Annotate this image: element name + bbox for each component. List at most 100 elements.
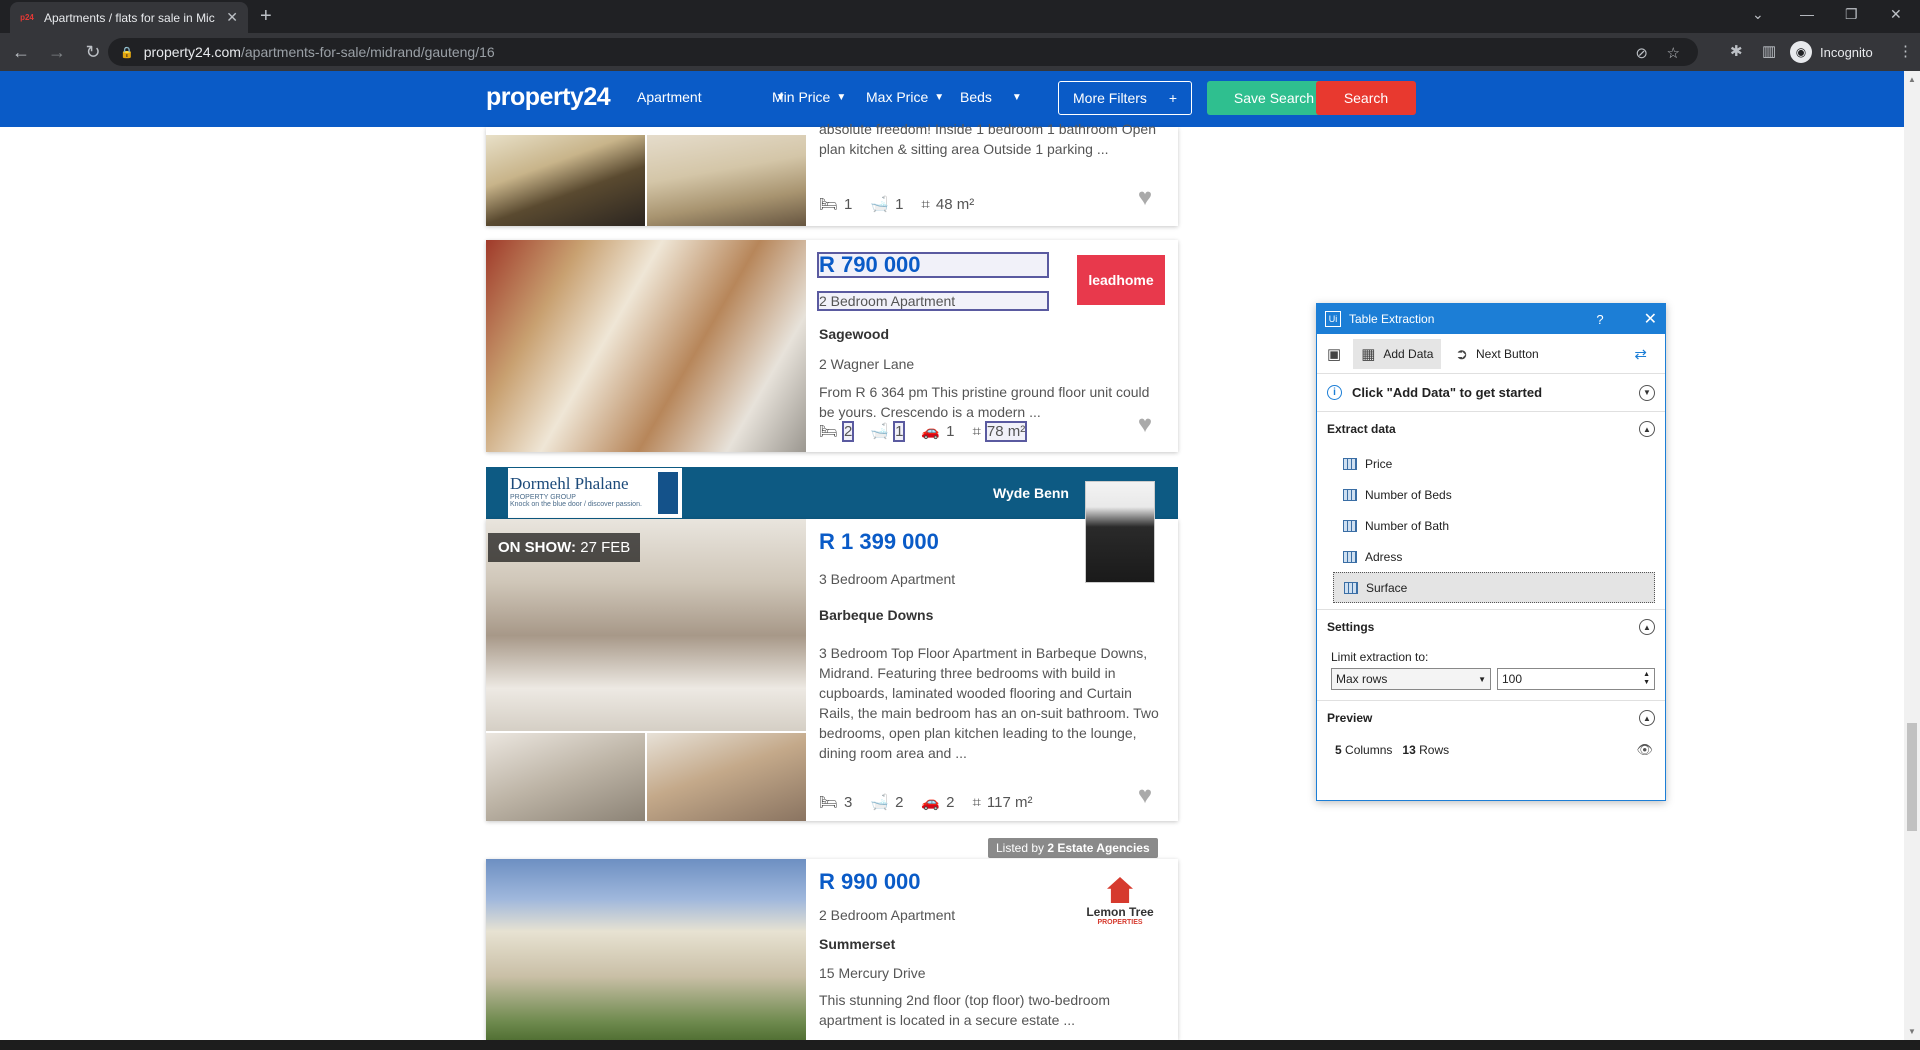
reload-icon[interactable]: ↻	[78, 42, 108, 63]
chevron-up-icon[interactable]: ▲	[1639, 710, 1655, 726]
lock-icon[interactable]: 🔒	[120, 46, 134, 59]
favourite-heart-icon[interactable]: ♥	[1132, 784, 1158, 808]
favourite-heart-icon[interactable]: ♥	[1132, 186, 1158, 210]
extensions-icon[interactable]: ✱	[1730, 42, 1743, 60]
scroll-down-icon[interactable]: ▼	[1908, 1027, 1916, 1036]
help-icon[interactable]: ?	[1596, 312, 1603, 327]
listing-photo[interactable]	[486, 135, 645, 226]
limit-mode-select[interactable]: Max rows ▼	[1331, 668, 1491, 690]
chevron-down-icon: ▼	[1011, 91, 1022, 103]
columns-label: Columns	[1345, 743, 1393, 757]
lemon-tree-agency-logo[interactable]: Lemon Tree PROPERTIES	[1076, 877, 1164, 929]
chrome-menu-icon[interactable]: ⋮	[1898, 42, 1913, 60]
bookmark-star-icon[interactable]: ☆	[1667, 44, 1680, 62]
next-button-button[interactable]: ➲ Next Button	[1447, 339, 1546, 369]
tracking-blocked-icon[interactable]: ⊘	[1635, 44, 1648, 62]
agency-logo-sub: PROPERTIES	[1097, 919, 1143, 926]
minimize-icon[interactable]: —	[1800, 6, 1814, 22]
agency-logo-name: Lemon Tree	[1086, 905, 1154, 919]
address-bar[interactable]: 🔒 property24.com /apartments-for-sale/mi…	[108, 38, 1698, 66]
side-panel-icon[interactable]: ▥	[1762, 42, 1776, 60]
listing-price: R 990 000	[819, 869, 921, 894]
property-type-dropdown[interactable]: Apartment ▼	[637, 89, 786, 105]
search-button[interactable]: Search	[1316, 81, 1416, 115]
field-label: Number of Beds	[1365, 487, 1452, 502]
listing-suburb: Barbeque Downs	[819, 607, 934, 623]
chevron-up-icon[interactable]: ▲	[1639, 619, 1655, 635]
extract-data-header[interactable]: Extract data ▲	[1317, 412, 1665, 446]
field-surface[interactable]: Surface	[1333, 572, 1655, 603]
chevron-up-icon[interactable]: ▲	[1639, 421, 1655, 437]
save-icon[interactable]: ▣	[1327, 345, 1341, 363]
listing-photo[interactable]	[647, 135, 806, 226]
dormehl-phalane-logo[interactable]: Dormehl Phalane PROPERTY GROUP Knock on …	[508, 468, 682, 518]
tab-search-icon[interactable]: ⌄	[1752, 6, 1764, 23]
close-icon[interactable]: ✕	[1644, 309, 1657, 329]
bed-icon: 🛏	[819, 423, 839, 440]
close-window-icon[interactable]: ✕	[1890, 6, 1902, 23]
chevron-down-icon[interactable]: ▼	[1639, 384, 1655, 401]
leadhome-agency-logo[interactable]: leadhome	[1077, 255, 1165, 305]
panel-title-bar[interactable]: Ui Table Extraction ? ✕	[1317, 304, 1665, 334]
refresh-icon[interactable]: ⇄	[1634, 345, 1647, 363]
floor-size: 48 m²	[935, 195, 975, 213]
eye-icon[interactable]: 👁	[1636, 742, 1653, 758]
property24-logo[interactable]: property24	[486, 83, 611, 112]
browser-tab[interactable]: p24 Apartments / flats for sale in Mic ✕	[10, 2, 248, 33]
floor-size-icon: ⌗	[972, 793, 981, 811]
listing-type: 3 Bedroom Apartment	[819, 571, 956, 587]
favourite-heart-icon[interactable]: ♥	[1132, 413, 1158, 437]
floor-size-icon: ⌗	[921, 195, 930, 213]
listing-card[interactable]: absolute freedom! Inside 1 bedroom 1 bat…	[486, 121, 1178, 226]
forward-icon[interactable]: →	[42, 42, 72, 63]
page-scrollbar[interactable]: ▲ ▼	[1904, 71, 1920, 1040]
os-taskbar	[0, 1040, 1920, 1050]
back-icon[interactable]: ←	[6, 42, 36, 63]
info-text: Click "Add Data" to get started	[1352, 385, 1543, 400]
min-price-dropdown[interactable]: Min Price ▼	[772, 89, 846, 105]
scrollbar-thumb[interactable]	[1907, 723, 1917, 831]
field-number-of-beds[interactable]: Number of Beds	[1333, 479, 1655, 510]
tab-title: Apartments / flats for sale in Mic	[44, 10, 215, 25]
bath-icon: 🛁	[870, 423, 890, 440]
parking-icon: 🚗	[921, 423, 941, 440]
next-button-icon: ➲	[1455, 345, 1468, 363]
listing-type: 2 Bedroom Apartment	[819, 907, 956, 923]
listing-address: 15 Mercury Drive	[819, 965, 926, 981]
field-adress[interactable]: Adress	[1333, 541, 1655, 572]
listing-photo[interactable]	[486, 240, 806, 452]
new-tab-icon[interactable]: +	[260, 5, 272, 28]
max-price-label: Max Price	[866, 89, 929, 105]
add-data-button[interactable]: ▦ Add Data	[1353, 338, 1442, 369]
listing-photo[interactable]	[486, 733, 645, 821]
listed-by-badge[interactable]: Listed by 2 Estate Agencies	[988, 838, 1158, 858]
chevron-down-icon: ▼	[934, 91, 945, 103]
listing-card[interactable]: R 990 000 2 Bedroom Apartment Summerset …	[486, 859, 1178, 1040]
agent-photo[interactable]	[1085, 481, 1155, 583]
spinner-icon[interactable]: ▲ ▼	[1643, 671, 1650, 687]
scroll-up-icon[interactable]: ▲	[1908, 75, 1916, 84]
listing-features: 🛏 3 🛁 2 🚗 2 ⌗ 117 m²	[819, 793, 1050, 812]
bed-icon: 🛏	[819, 196, 839, 213]
close-tab-icon[interactable]: ✕	[226, 9, 238, 26]
preview-header[interactable]: Preview ▲	[1317, 701, 1665, 735]
max-price-dropdown[interactable]: Max Price ▼	[866, 89, 944, 105]
restore-icon[interactable]: ❐	[1845, 6, 1858, 23]
listing-card[interactable]: R 1 399 000 3 Bedroom Apartment Barbeque…	[486, 519, 1178, 821]
more-filters-button[interactable]: More Filters +	[1058, 81, 1192, 115]
field-price[interactable]: Price	[1333, 448, 1655, 479]
min-price-label: Min Price	[772, 89, 831, 105]
url-path: /apartments-for-sale/midrand/gauteng/16	[240, 44, 495, 60]
bed-count: 3	[844, 793, 853, 811]
listing-card[interactable]: R 790 000 2 Bedroom Apartment Sagewood 2…	[486, 240, 1178, 452]
incognito-profile[interactable]: ◉ Incognito	[1790, 41, 1873, 63]
field-number-of-bath[interactable]: Number of Bath	[1333, 510, 1655, 541]
agency-subtitle: PROPERTY GROUP	[510, 494, 576, 501]
limit-mode-value: Max rows	[1336, 672, 1388, 686]
agent-name[interactable]: Wyde Benn	[993, 485, 1069, 501]
listing-photo[interactable]	[647, 733, 806, 821]
beds-dropdown[interactable]: Beds ▼	[960, 89, 1022, 105]
settings-header[interactable]: Settings ▲	[1317, 610, 1665, 644]
listing-photo[interactable]	[486, 859, 806, 1040]
limit-value-stepper[interactable]: 100 ▲ ▼	[1497, 668, 1655, 690]
